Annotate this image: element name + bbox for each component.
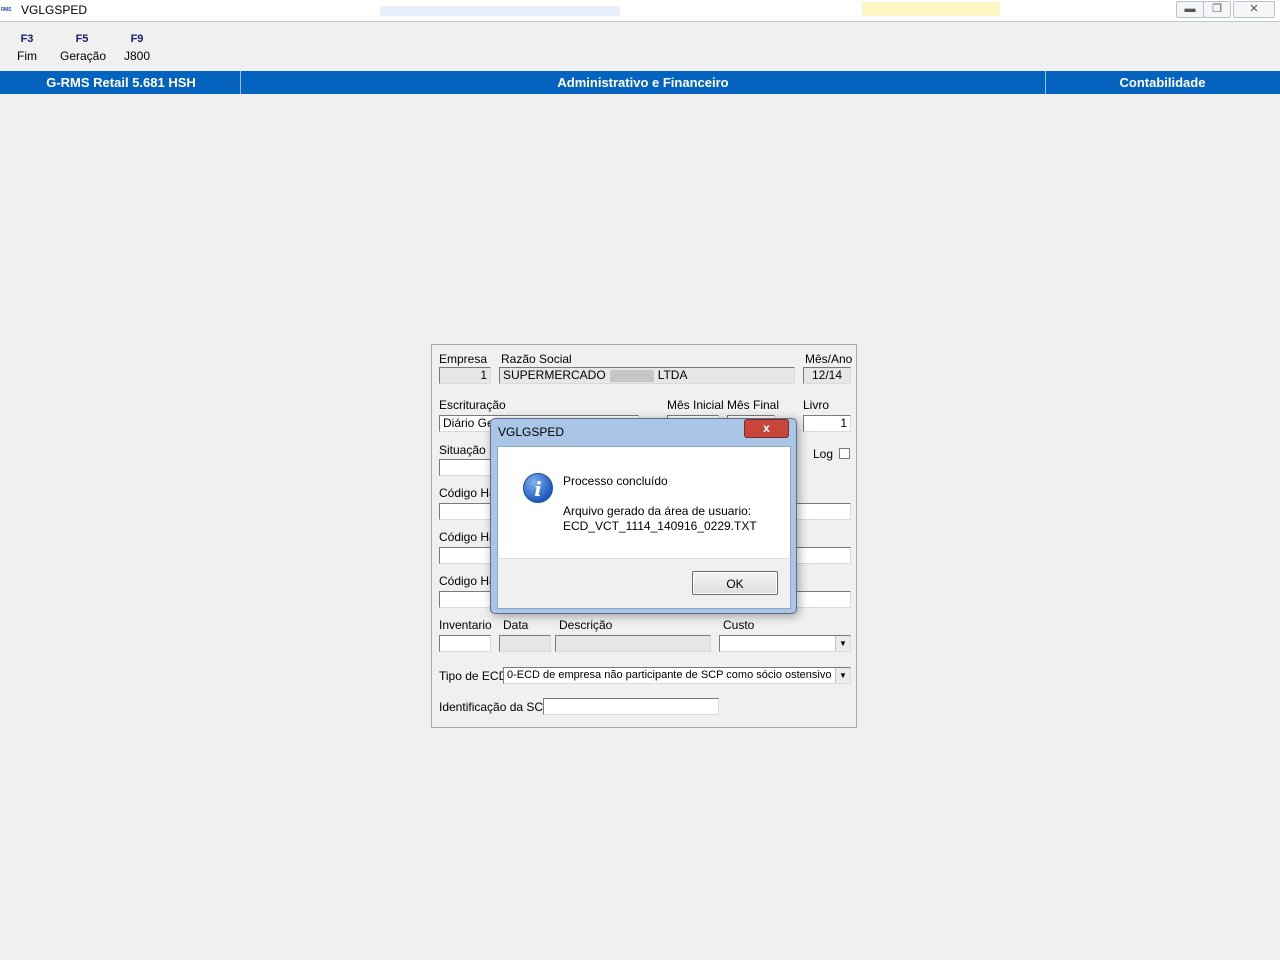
- livro-label: Livro: [803, 398, 830, 412]
- razao-prefix: SUPERMERCADO: [503, 368, 606, 382]
- inventario-field[interactable]: [439, 635, 491, 652]
- scp-field[interactable]: [543, 698, 719, 715]
- fkey-f3-button[interactable]: F3 Fim: [5, 31, 49, 63]
- fkey-f5-button[interactable]: F5 Geração: [60, 31, 107, 63]
- custo-select[interactable]: ▼: [719, 635, 851, 652]
- restore-icon: ❐: [1212, 3, 1222, 15]
- empresa-label: Empresa: [439, 352, 488, 366]
- minimize-button[interactable]: ▬: [1176, 1, 1204, 18]
- info-icon: i: [523, 473, 553, 503]
- razao-suffix: LTDA: [657, 368, 688, 382]
- codigo-ha-label-3: Código Ha: [439, 574, 496, 588]
- fkey-f9-label: J800: [123, 49, 151, 63]
- close-icon: x: [763, 421, 770, 435]
- scp-label: Identificação da SCP: [439, 700, 552, 714]
- restore-button[interactable]: ❐: [1203, 1, 1231, 18]
- fkey-f9-button[interactable]: F9 J800: [115, 31, 159, 63]
- codigo-ha-desc-3[interactable]: [795, 591, 851, 608]
- fkey-f9-key: F9: [130, 33, 144, 45]
- title-blur-highlight: [862, 2, 1000, 16]
- empresa-field[interactable]: 1: [439, 367, 491, 384]
- fkey-f5-key: F5: [75, 33, 89, 45]
- dialog-message-title: Processo concluído: [563, 474, 668, 488]
- mes-inicial-label: Mês Inicial: [667, 398, 724, 412]
- tipo-ecd-select[interactable]: 0-ECD de empresa não participante de SCP…: [503, 667, 851, 684]
- ok-button[interactable]: OK: [692, 571, 778, 595]
- codigo-ha-desc-2[interactable]: [795, 547, 851, 564]
- data-label: Data: [503, 618, 529, 632]
- codigo-ha-label-2: Código Ha: [439, 530, 496, 544]
- log-checkbox[interactable]: [839, 448, 850, 459]
- descricao-field[interactable]: [555, 635, 711, 652]
- mes-final-label: Mês Final: [727, 398, 780, 412]
- chevron-down-icon[interactable]: ▼: [835, 636, 850, 651]
- livro-field[interactable]: 1: [803, 415, 851, 432]
- mes-ano-field[interactable]: 12/14: [803, 367, 851, 384]
- data-field[interactable]: [499, 635, 551, 652]
- tipo-ecd-label: Tipo de ECD: [439, 669, 508, 683]
- fkey-f5-label: Geração: [60, 49, 107, 63]
- area-name: Administrativo e Financeiro: [557, 75, 729, 90]
- situacao-label: Situação E: [439, 443, 498, 457]
- dialog-close-button[interactable]: x: [744, 419, 789, 438]
- redacted-block: [609, 369, 654, 382]
- title-blur-area: [380, 6, 620, 16]
- fkey-f3-key: F3: [20, 33, 34, 45]
- close-icon: ✕: [1249, 3, 1259, 15]
- dialog-message-line1: Arquivo gerado da área de usuario:: [563, 504, 752, 518]
- minimize-icon: ▬: [1184, 3, 1196, 15]
- codigo-ha-desc-1[interactable]: [795, 503, 851, 520]
- window-title: VGLGSPED: [21, 3, 88, 17]
- dialog-message-line2: ECD_VCT_1114_140916_0229.TXT: [563, 519, 757, 533]
- module-name: Contabilidade: [1119, 75, 1206, 90]
- descricao-label: Descrição: [559, 618, 613, 632]
- razao-social-label: Razão Social: [501, 352, 572, 366]
- fkey-f3-label: Fim: [17, 49, 37, 63]
- product-name: G-RMS Retail 5.681 HSH: [46, 75, 196, 90]
- custo-label: Custo: [723, 618, 755, 632]
- dialog-title: VGLGSPED: [498, 425, 565, 439]
- app-logo-icon: RMS: [1, 7, 12, 13]
- tipo-ecd-value: 0-ECD de empresa não participante de SCP…: [507, 669, 832, 681]
- codigo-ha-label-1: Código Ha: [439, 486, 496, 500]
- mes-ano-label: Mês/Ano: [805, 352, 853, 366]
- escrituracao-label: Escrituração: [439, 398, 506, 412]
- inventario-label: Inventario: [439, 618, 492, 632]
- chevron-down-icon[interactable]: ▼: [835, 668, 850, 683]
- window-close-button[interactable]: ✕: [1233, 1, 1275, 18]
- razao-social-field[interactable]: SUPERMERCADO LTDA: [499, 367, 795, 384]
- title-bar: [0, 0, 1280, 22]
- log-label: Log: [813, 447, 834, 461]
